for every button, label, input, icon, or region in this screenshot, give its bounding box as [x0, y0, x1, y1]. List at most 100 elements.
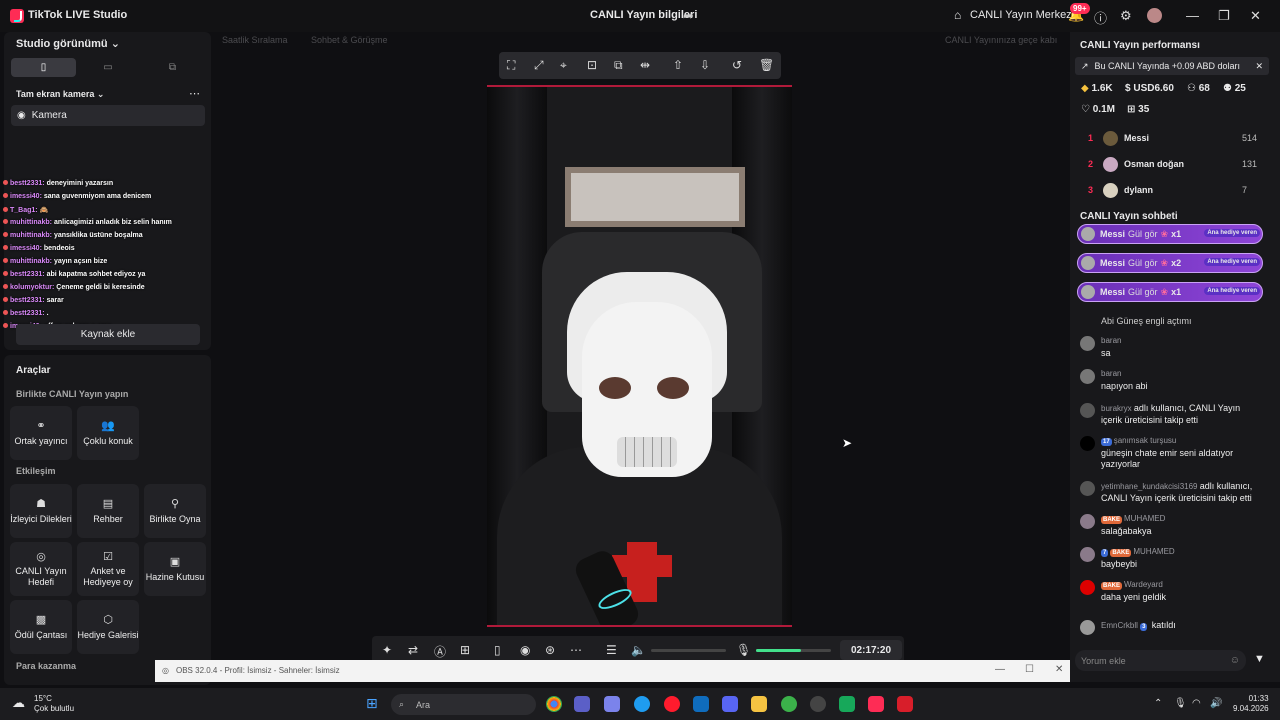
flip-icon[interactable]: ⇹: [640, 58, 650, 72]
avatar[interactable]: [1080, 403, 1095, 418]
live-center-link[interactable]: CANLI Yayın Merkezi: [970, 9, 1074, 21]
viewer-requests-button[interactable]: ☗ İzleyici Dilekleri: [10, 484, 72, 538]
reward-bag-button[interactable]: ▩ Ödül Çantası: [10, 600, 72, 654]
mic-icon[interactable]: 🎙: [736, 643, 751, 657]
taskbar-search[interactable]: ⌕ Ara: [391, 694, 536, 715]
opera-icon[interactable]: [664, 696, 680, 712]
tiktok-taskbar-icon[interactable]: [868, 696, 884, 712]
help-icon[interactable]: ⓘ: [1094, 8, 1107, 27]
teams-icon[interactable]: [604, 696, 620, 712]
store-icon[interactable]: [574, 696, 590, 712]
camera-settings-icon[interactable]: ⊛: [545, 643, 555, 657]
center-icon[interactable]: ⌖: [560, 58, 567, 73]
magic-icon[interactable]: ✦: [382, 643, 392, 657]
close-icon[interactable]: ✕: [1255, 61, 1263, 72]
app-green-icon[interactable]: [839, 696, 855, 712]
add-source-button[interactable]: Kaynak ekle: [16, 324, 200, 345]
speaker-volume-slider[interactable]: [651, 649, 726, 652]
trash-icon[interactable]: 🗑: [759, 58, 774, 72]
gift-gallery-button[interactable]: ⬡ Hediye Galerisi: [77, 600, 139, 654]
crop-icon[interactable]: ⊡: [587, 58, 597, 72]
treasure-box-button[interactable]: ▣ Hazine Kutusu: [144, 542, 206, 596]
gift-row[interactable]: Messi Gül gör ❀ x2 Ana hediye veren: [1077, 253, 1263, 273]
windows-start-icon[interactable]: ⊞: [366, 695, 378, 712]
avatar[interactable]: [1080, 620, 1095, 635]
phone-icon[interactable]: ▯: [494, 643, 501, 657]
poll-button[interactable]: ☑ Anket ve Hediyeye oy: [77, 542, 139, 596]
tray-chevron-icon[interactable]: ⌃: [1154, 698, 1162, 709]
equalizer-icon[interactable]: ☰: [606, 643, 617, 657]
layer-down-icon[interactable]: ⇩: [700, 58, 710, 72]
more-icon[interactable]: ⋯: [189, 87, 200, 100]
layer-up-icon[interactable]: ⇧: [673, 58, 683, 72]
share-icon[interactable]: ➦: [683, 8, 694, 24]
avatar[interactable]: [1080, 436, 1095, 451]
obs-taskbar-icon[interactable]: [810, 696, 826, 712]
camera-mode-label[interactable]: Tam ekran kamera ⌄: [16, 89, 104, 100]
avatar[interactable]: [1103, 157, 1118, 172]
caption-icon[interactable]: ⊞: [460, 643, 470, 657]
home-icon[interactable]: ⌂: [954, 8, 961, 22]
avatar[interactable]: [1080, 580, 1095, 595]
chrome2-icon[interactable]: [781, 696, 797, 712]
gifter-name[interactable]: dylann: [1124, 185, 1153, 195]
avatar[interactable]: [1103, 183, 1118, 198]
ai-icon[interactable]: Ⓐ: [434, 643, 446, 660]
emoji-icon[interactable]: ☺: [1230, 655, 1240, 666]
minimize-icon[interactable]: —: [1186, 8, 1199, 23]
mic-volume-slider[interactable]: [756, 649, 831, 652]
guide-button[interactable]: ▤ Rehber: [77, 484, 139, 538]
avatar[interactable]: [1080, 336, 1095, 351]
wifi-icon[interactable]: ◠: [1192, 698, 1201, 709]
avatar[interactable]: [1103, 131, 1118, 146]
volume-icon[interactable]: 🔊: [1210, 698, 1222, 709]
obs-minimize-icon[interactable]: —: [995, 664, 1005, 675]
fit-icon[interactable]: ⛶: [507, 58, 515, 73]
avatar[interactable]: [1080, 481, 1095, 496]
weather-widget[interactable]: 15°C Çok bulutlu: [34, 694, 74, 714]
multi-guest-button[interactable]: 👥 Çoklu konuk: [77, 406, 139, 460]
dual-mode-tab[interactable]: ⧉: [140, 58, 205, 77]
record-icon[interactable]: ◉: [520, 643, 530, 657]
gifter-name[interactable]: Osman doğan: [1124, 159, 1184, 169]
folder-icon[interactable]: [751, 696, 767, 712]
mail-icon[interactable]: [693, 696, 709, 712]
discord-icon[interactable]: [722, 696, 738, 712]
obs-window[interactable]: ◎ OBS 32.0.4 - Profil: İsimsiz - Sahnele…: [155, 660, 1076, 682]
gear-icon[interactable]: ⚙: [1120, 8, 1132, 24]
live-info-title[interactable]: CANLI Yayın bilgileri: [590, 9, 697, 21]
gifter-name[interactable]: Messi: [1124, 133, 1149, 143]
camera-preview[interactable]: [487, 85, 792, 627]
co-host-button[interactable]: ⚭ Ortak yayıncı: [10, 406, 72, 460]
play-together-button[interactable]: ⚲ Birlikte Oyna: [144, 484, 206, 538]
avatar[interactable]: [1080, 547, 1095, 562]
earnings-banner[interactable]: ↗ Bu CANLI Yayında +0.09 ABD doları ✕: [1075, 57, 1269, 75]
obs-close-icon[interactable]: ✕: [1055, 664, 1063, 675]
tray-mic-icon[interactable]: 🎙: [1174, 698, 1187, 709]
source-camera[interactable]: ◉ Kamera: [11, 105, 205, 126]
taskbar-clock[interactable]: 01:33 9.04.2026: [1233, 694, 1269, 715]
maximize-icon[interactable]: ❐: [1218, 8, 1230, 24]
edge-icon[interactable]: [634, 696, 650, 712]
more-options-icon[interactable]: ⋯: [570, 643, 582, 657]
landscape-mode-tab[interactable]: ▭: [76, 58, 140, 77]
portrait-mode-tab[interactable]: ▯: [11, 58, 76, 77]
youtube-icon[interactable]: [897, 696, 913, 712]
translate-icon[interactable]: ⇄: [408, 643, 418, 657]
avatar[interactable]: [1080, 514, 1095, 529]
avatar[interactable]: [1080, 369, 1095, 384]
rotate-icon[interactable]: ↺: [732, 58, 742, 72]
chrome-icon[interactable]: [546, 696, 562, 712]
copy-icon[interactable]: ⧉: [614, 58, 623, 73]
gift-row[interactable]: Messi Gül gör ❀ x1 Ana hediye veren: [1077, 282, 1263, 302]
live-goal-button[interactable]: ◎ CANLI Yayın Hedefi: [10, 542, 72, 596]
speaker-icon[interactable]: 🔈: [631, 643, 646, 657]
filter-icon[interactable]: ▼: [1254, 653, 1265, 665]
comment-input[interactable]: Yorum ekle ☺: [1075, 650, 1246, 671]
expand-icon[interactable]: ⤢: [534, 58, 544, 73]
obs-maximize-icon[interactable]: ☐: [1025, 664, 1034, 675]
studio-view-label[interactable]: Studio görünümü ⌄: [16, 37, 120, 50]
close-icon[interactable]: ✕: [1250, 8, 1261, 24]
gift-row[interactable]: Messi Gül gör ❀ x1 Ana hediye veren: [1077, 224, 1263, 244]
avatar[interactable]: [1147, 8, 1162, 23]
